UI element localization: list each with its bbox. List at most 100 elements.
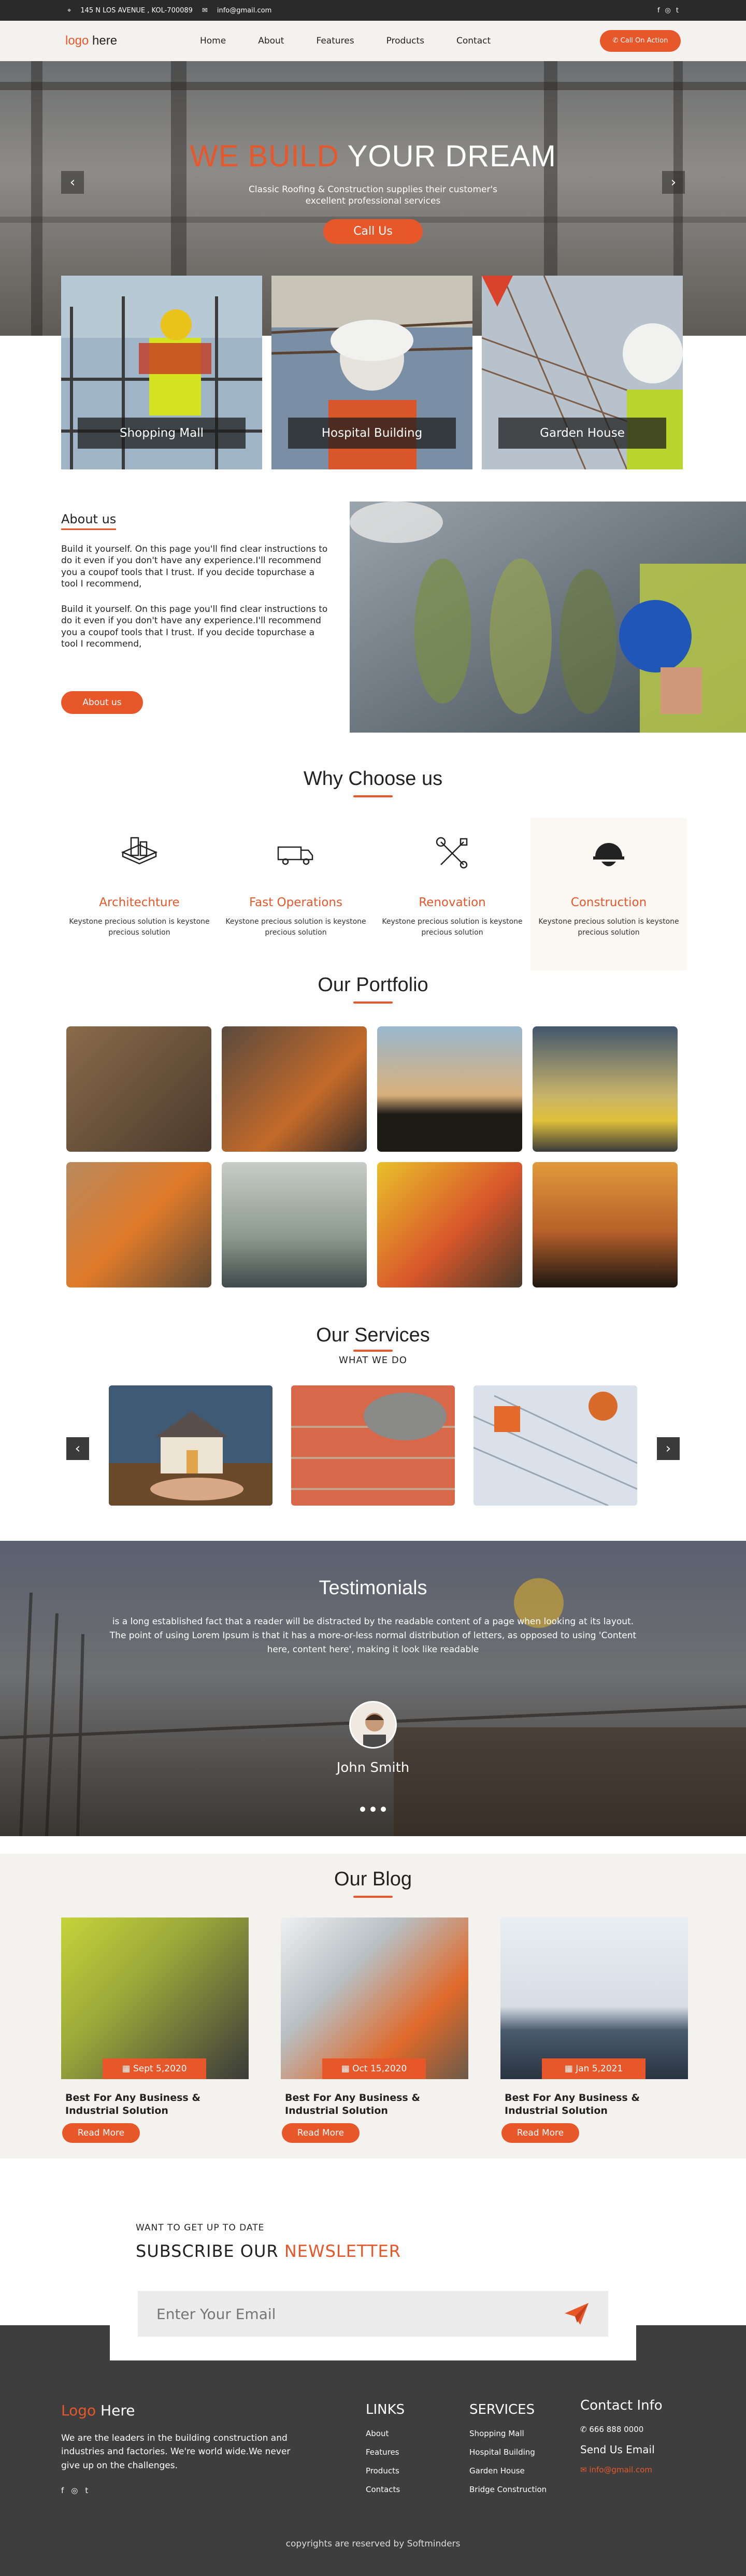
footer-email[interactable]: ✉ info@gmail.com bbox=[580, 2465, 663, 2474]
facebook-icon[interactable]: f bbox=[657, 7, 660, 15]
footer-phone[interactable]: ✆ 666 888 0000 bbox=[580, 2425, 663, 2434]
portfolio-image[interactable] bbox=[533, 1162, 678, 1287]
twitter-icon[interactable]: t bbox=[676, 7, 679, 15]
blog-image[interactable]: ▦ Oct 15,2020 bbox=[281, 1917, 468, 2079]
carousel-dot[interactable] bbox=[360, 1806, 365, 1812]
post-title[interactable]: Best For Any Business & Industrial Solut… bbox=[281, 2092, 468, 2117]
project-card-shopping-mall[interactable]: Shopping Mall bbox=[61, 276, 262, 469]
footer-logo[interactable]: Logo Here bbox=[61, 2402, 305, 2419]
hero-subtitle: Classic Roofing & Construction supplies … bbox=[248, 184, 497, 207]
phone-icon: ✆ bbox=[580, 2425, 590, 2434]
services-section: Our Services WHAT WE DO ‹ › bbox=[0, 1324, 746, 1506]
portfolio-image[interactable] bbox=[377, 1026, 522, 1152]
nav-home[interactable]: Home bbox=[200, 36, 226, 46]
feature-card-construction[interactable]: Construction Keystone precious solution … bbox=[530, 818, 687, 970]
footer-service-item[interactable]: Garden House bbox=[469, 2466, 547, 2475]
footer-link-about[interactable]: About bbox=[366, 2429, 405, 2438]
project-cards: Shopping Mall Hospital Building Garden H… bbox=[61, 276, 683, 469]
newsletter-field bbox=[138, 2291, 608, 2337]
about-paragraph: Build it yourself. On this page you'll f… bbox=[61, 604, 328, 650]
nav-about[interactable]: About bbox=[258, 36, 284, 46]
about-image bbox=[350, 502, 746, 733]
twitter-icon[interactable]: t bbox=[85, 2486, 88, 2495]
copyright: copyrights are reserved by Softminders bbox=[285, 2539, 461, 2549]
feature-title: Fast Operations bbox=[249, 896, 342, 909]
footer-service-item[interactable]: Hospital Building bbox=[469, 2448, 547, 2457]
hero-prev-arrow-icon[interactable]: ‹ bbox=[61, 171, 84, 194]
footer-link-contacts[interactable]: Contacts bbox=[366, 2485, 405, 2494]
send-icon[interactable] bbox=[564, 2302, 590, 2326]
about-section: About us Build it yourself. On this page… bbox=[0, 502, 746, 733]
read-more-button[interactable]: Read More bbox=[501, 2123, 579, 2143]
post-date: ▦ Sept 5,2020 bbox=[103, 2058, 206, 2079]
post-date-text: Oct 15,2020 bbox=[352, 2064, 407, 2074]
service-image-bricks[interactable] bbox=[291, 1385, 455, 1506]
portfolio-image[interactable] bbox=[66, 1162, 211, 1287]
email-text[interactable]: info@gmail.com bbox=[217, 7, 271, 15]
carousel-dot[interactable] bbox=[381, 1806, 386, 1812]
footer-logo-accent: Logo bbox=[61, 2402, 96, 2419]
feature-card-architecture[interactable]: Architechture Keystone precious solution… bbox=[61, 818, 218, 970]
carousel-dot[interactable] bbox=[370, 1806, 376, 1812]
post-title[interactable]: Best For Any Business & Industrial Solut… bbox=[500, 2092, 688, 2117]
footer-link-products[interactable]: Products bbox=[366, 2466, 405, 2475]
post-title[interactable]: Best For Any Business & Industrial Solut… bbox=[61, 2092, 249, 2117]
feature-text: Keystone precious solution is keystone p… bbox=[382, 918, 523, 937]
feature-card-fast-operations[interactable]: Fast Operations Keystone precious soluti… bbox=[218, 818, 374, 970]
portfolio-image[interactable] bbox=[533, 1026, 678, 1152]
footer-link-features[interactable]: Features bbox=[366, 2448, 405, 2457]
portfolio-image[interactable] bbox=[222, 1162, 367, 1287]
project-card-garden-house[interactable]: Garden House bbox=[482, 276, 683, 469]
feature-title: Architechture bbox=[99, 896, 180, 909]
services-prev-arrow-icon[interactable]: ‹ bbox=[66, 1437, 89, 1460]
instagram-icon[interactable]: ◎ bbox=[665, 7, 671, 15]
facebook-icon[interactable]: f bbox=[61, 2486, 64, 2495]
service-image-house[interactable] bbox=[109, 1385, 272, 1506]
mail-icon: ✉ bbox=[202, 6, 208, 15]
read-more-button[interactable]: Read More bbox=[62, 2123, 140, 2143]
portfolio-image[interactable] bbox=[66, 1026, 211, 1152]
call-us-button[interactable]: Call Us bbox=[323, 219, 423, 245]
truck-icon bbox=[277, 846, 313, 865]
footer-email-text: info@gmail.com bbox=[589, 2465, 652, 2474]
nav-features[interactable]: Features bbox=[316, 36, 354, 46]
mail-icon: ✉ bbox=[580, 2465, 590, 2474]
read-more-button[interactable]: Read More bbox=[282, 2123, 360, 2143]
post-date: ▦ Jan 5,2021 bbox=[542, 2058, 645, 2079]
why-title: Why Choose us bbox=[303, 768, 443, 790]
feature-text: Keystone precious solution is keystone p… bbox=[225, 918, 366, 937]
hero-title-main: YOUR DREAM bbox=[347, 139, 556, 173]
about-us-button[interactable]: About us bbox=[61, 691, 143, 714]
footer-contact-title: Contact Info bbox=[580, 2398, 663, 2413]
newsletter-box bbox=[110, 2272, 636, 2360]
blog-image[interactable]: ▦ Sept 5,2020 bbox=[61, 1917, 249, 2079]
post-date-text: Jan 5,2021 bbox=[576, 2064, 623, 2074]
portfolio-image[interactable] bbox=[377, 1162, 522, 1287]
newsletter-title: SUBSCRIBE OUR NEWSLETTER bbox=[136, 2241, 401, 2261]
blog-post: ▦ Oct 15,2020 Best For Any Business & In… bbox=[281, 1917, 468, 2143]
services-next-arrow-icon[interactable]: › bbox=[657, 1437, 680, 1460]
nav-products[interactable]: Products bbox=[386, 36, 424, 46]
hero-next-arrow-icon[interactable]: › bbox=[662, 171, 685, 194]
testimonials-title: Testimonials bbox=[319, 1577, 427, 1599]
footer-links-title: LINKS bbox=[366, 2402, 405, 2417]
blog-image[interactable]: ▦ Jan 5,2021 bbox=[500, 1917, 688, 2079]
call-on-action-button[interactable]: ✆ Call On Action bbox=[600, 30, 681, 52]
project-card-hospital-building[interactable]: Hospital Building bbox=[271, 276, 472, 469]
testimonials-section: Testimonials is a long established fact … bbox=[0, 1541, 746, 1836]
email-input[interactable] bbox=[156, 2305, 519, 2323]
logo[interactable]: logo here bbox=[65, 34, 210, 48]
tools-icon bbox=[436, 837, 468, 869]
carousel-dots bbox=[0, 1806, 746, 1812]
phone-icon: ✆ bbox=[612, 37, 621, 45]
service-image-roofing[interactable] bbox=[474, 1385, 637, 1506]
footer-contact: Contact Info ✆ 666 888 0000 Send Us Emai… bbox=[580, 2398, 663, 2484]
footer-service-item[interactable]: Bridge Construction bbox=[469, 2485, 547, 2494]
footer-phone-text: 666 888 0000 bbox=[589, 2425, 644, 2434]
project-label: Hospital Building bbox=[288, 418, 456, 449]
instagram-icon[interactable]: ◎ bbox=[71, 2486, 78, 2495]
footer-service-item[interactable]: Shopping Mall bbox=[469, 2429, 547, 2438]
portfolio-image[interactable] bbox=[222, 1026, 367, 1152]
nav-contact[interactable]: Contact bbox=[456, 36, 491, 46]
feature-card-renovation[interactable]: Renovation Keystone precious solution is… bbox=[374, 818, 530, 970]
